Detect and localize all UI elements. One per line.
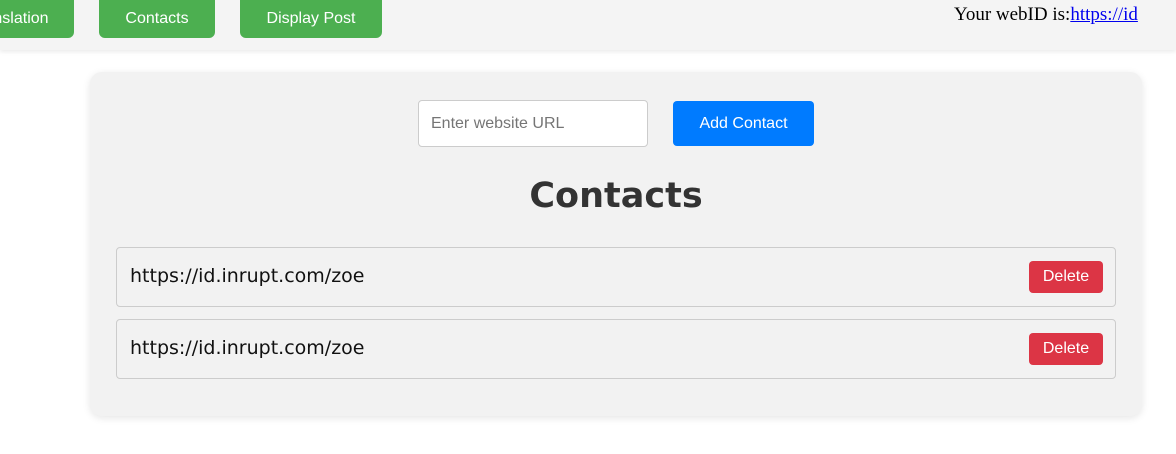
contacts-card: Add Contact Contacts https://id.inrupt.c… [90,72,1142,416]
nav-contacts-button[interactable]: Contacts [99,0,215,38]
contact-url: https://id.inrupt.com/zoe [130,337,365,359]
webid-prefix: Your webID is: [954,4,1071,25]
top-nav-bar: Translation Contacts Display Post Your w… [0,0,1176,50]
website-url-input[interactable] [418,100,648,147]
webid-link[interactable]: https://id [1070,4,1138,25]
contact-list-item: https://id.inrupt.com/zoe Delete [116,247,1116,307]
contact-list-item: https://id.inrupt.com/zoe Delete [116,319,1116,379]
add-contact-button[interactable]: Add Contact [673,101,814,146]
nav-display-post-button[interactable]: Display Post [240,0,382,38]
contacts-title: Contacts [529,176,703,216]
contact-url: https://id.inrupt.com/zoe [130,265,365,287]
delete-contact-button[interactable]: Delete [1029,333,1103,365]
nav-translation-button[interactable]: Translation [0,0,74,38]
webid-display: Your webID is:https://id [954,4,1138,26]
delete-contact-button[interactable]: Delete [1029,261,1103,293]
